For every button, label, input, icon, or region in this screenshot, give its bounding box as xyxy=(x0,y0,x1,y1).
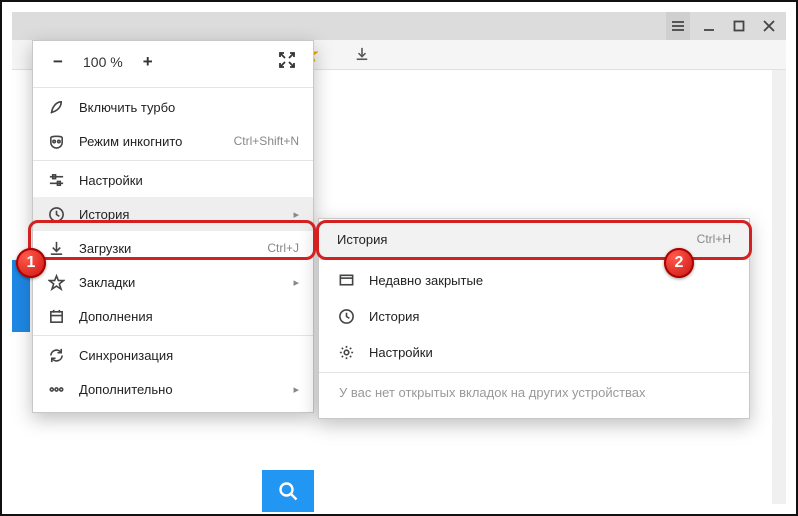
submenu-settings[interactable]: Настройки xyxy=(319,334,749,370)
menu-more[interactable]: Дополнительно ▸ xyxy=(33,372,313,406)
titlebar xyxy=(12,12,786,40)
calendar-icon xyxy=(47,307,65,325)
clock-icon xyxy=(337,307,355,325)
history-submenu: История Ctrl+H Недавно закрытые История … xyxy=(318,218,750,419)
main-menu: − 100 % + Включить турбо xyxy=(32,40,314,413)
mask-icon xyxy=(47,132,65,150)
window-icon xyxy=(337,271,355,289)
gear-icon xyxy=(337,343,355,361)
search-button[interactable] xyxy=(262,470,314,512)
sliders-icon xyxy=(47,171,65,189)
page-blue-accent xyxy=(12,260,30,332)
menu-label: История xyxy=(337,232,683,247)
menu-label: Режим инкогнито xyxy=(79,134,220,149)
menu-addons[interactable]: Дополнения xyxy=(33,299,313,333)
menu-settings[interactable]: Настройки xyxy=(33,163,313,197)
shortcut: Ctrl+Shift+N xyxy=(234,134,299,148)
menu-downloads[interactable]: Загрузки Ctrl+J xyxy=(33,231,313,265)
separator xyxy=(33,87,313,88)
zoom-out-button[interactable]: − xyxy=(47,51,69,73)
submenu-history2[interactable]: История xyxy=(319,298,749,334)
chevron-right-icon: ▸ xyxy=(293,383,299,396)
zoom-row: − 100 % + xyxy=(33,41,313,85)
menu-history[interactable]: История ▸ xyxy=(33,197,313,231)
menu-label: Загрузки xyxy=(79,241,253,256)
close-button[interactable] xyxy=(758,15,780,37)
separator xyxy=(319,259,749,260)
maximize-button[interactable] xyxy=(728,15,750,37)
chevron-right-icon: ▸ xyxy=(293,276,299,289)
submenu-recent[interactable]: Недавно закрытые xyxy=(319,262,749,298)
menu-label: Дополнительно xyxy=(79,382,279,397)
app-frame: − 100 % + Включить турбо xyxy=(2,2,796,514)
separator xyxy=(33,335,313,336)
menu-label: Дополнения xyxy=(79,309,299,324)
menu-sync[interactable]: Синхронизация xyxy=(33,338,313,372)
download-icon xyxy=(47,239,65,257)
shortcut: Ctrl+H xyxy=(697,232,731,246)
menu-turbo[interactable]: Включить турбо xyxy=(33,90,313,124)
menu-label: Включить турбо xyxy=(79,100,299,115)
menu-label: Синхронизация xyxy=(79,348,299,363)
ellipsis-icon xyxy=(47,380,65,398)
menu-incognito[interactable]: Режим инкогнито Ctrl+Shift+N xyxy=(33,124,313,158)
minimize-button[interactable] xyxy=(698,15,720,37)
hamburger-button[interactable] xyxy=(666,12,690,40)
menu-label: Настройки xyxy=(79,173,299,188)
menu-bookmarks[interactable]: Закладки ▸ xyxy=(33,265,313,299)
separator xyxy=(33,160,313,161)
shortcut: Ctrl+J xyxy=(267,241,299,255)
fullscreen-button[interactable] xyxy=(279,52,299,72)
sync-icon xyxy=(47,346,65,364)
chevron-right-icon: ▸ xyxy=(293,208,299,221)
scrollbar[interactable] xyxy=(772,70,786,504)
rocket-icon xyxy=(47,98,65,116)
window-controls xyxy=(666,12,780,40)
menu-label: Настройки xyxy=(369,345,731,360)
separator xyxy=(319,372,749,373)
clock-icon xyxy=(47,205,65,223)
zoom-level: 100 % xyxy=(83,54,123,70)
menu-label: Закладки xyxy=(79,275,279,290)
menu-label: История xyxy=(369,309,731,324)
submenu-note: У вас нет открытых вкладок на других уст… xyxy=(319,375,749,404)
downloads-icon-top[interactable] xyxy=(352,44,372,64)
menu-label: Недавно закрытые xyxy=(369,273,731,288)
menu-label: История xyxy=(79,207,279,222)
submenu-history[interactable]: История Ctrl+H xyxy=(319,221,749,257)
zoom-in-button[interactable]: + xyxy=(137,51,159,73)
star-icon xyxy=(47,273,65,291)
